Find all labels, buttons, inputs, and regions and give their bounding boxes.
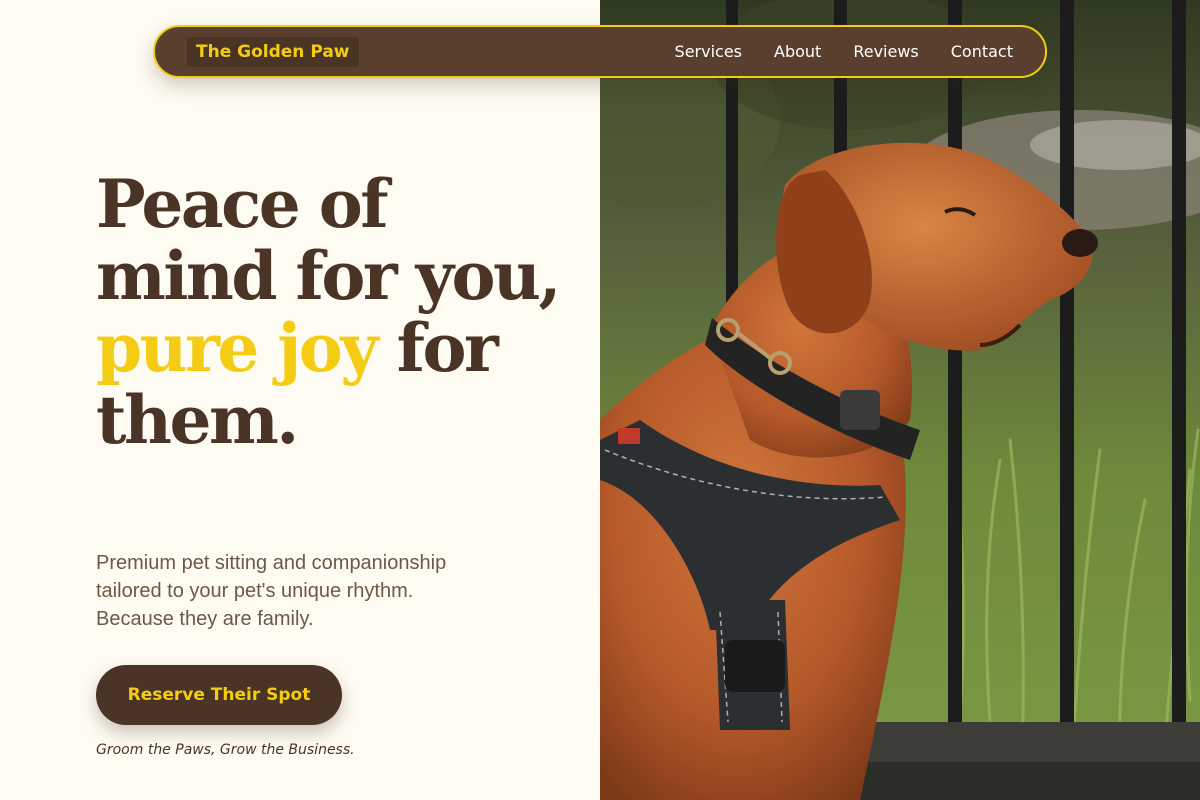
hero-tagline: Groom the Paws, Grow the Business. xyxy=(96,742,355,758)
nav-link-about[interactable]: About xyxy=(774,42,821,61)
headline-part-1: Peace of mind for you, xyxy=(96,165,562,315)
hero-headline: Peace of mind for you, pure joy for them… xyxy=(96,168,566,456)
reserve-button[interactable]: Reserve Their Spot xyxy=(96,665,342,725)
nav-link-services[interactable]: Services xyxy=(675,42,742,61)
hero-dog-image xyxy=(600,0,1200,800)
nav-link-reviews[interactable]: Reviews xyxy=(853,42,918,61)
nav-links: Services About Reviews Contact xyxy=(643,42,1013,61)
nav-link-contact[interactable]: Contact xyxy=(951,42,1013,61)
hero-subtitle: Premium pet sitting and companionship ta… xyxy=(96,552,447,630)
headline-accent: pure joy xyxy=(96,309,379,387)
brand-logo[interactable]: The Golden Paw xyxy=(187,36,359,67)
main-nav: The Golden Paw Services About Reviews Co… xyxy=(153,25,1047,78)
